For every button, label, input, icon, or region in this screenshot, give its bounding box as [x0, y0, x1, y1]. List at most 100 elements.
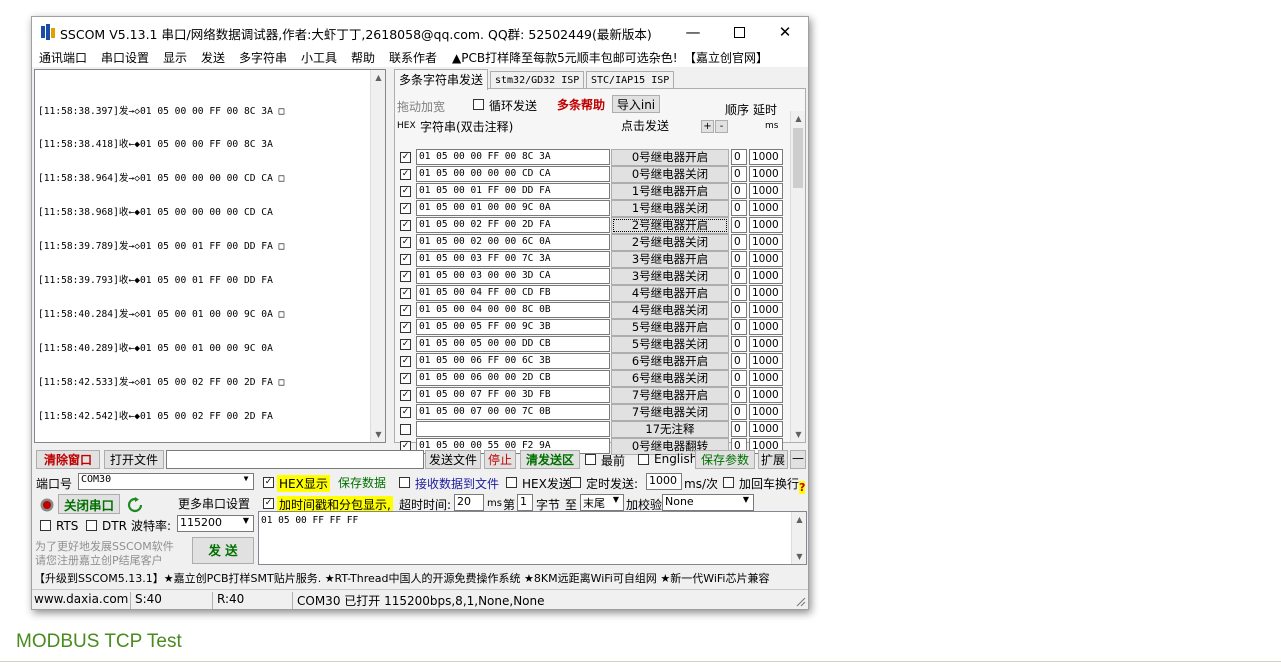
tab-stm32-isp[interactable]: stm32/GD32 ISP: [490, 71, 585, 89]
row-hex-checkbox[interactable]: ✓: [400, 390, 411, 401]
row-order-input[interactable]: 0: [731, 421, 747, 437]
row-string-input[interactable]: 01 05 00 05 FF 00 9C 3B: [416, 319, 610, 335]
row-delay-input[interactable]: 1000: [749, 217, 783, 233]
row-string-input[interactable]: 01 05 00 04 FF 00 CD FB: [416, 285, 610, 301]
row-delay-input[interactable]: 1000: [749, 404, 783, 420]
row-hex-checkbox[interactable]: ✓: [400, 288, 411, 299]
promo-banner[interactable]: 【升级到SSCOM5.13.1】★嘉立创PCB打样SMT贴片服务. ★RT-Th…: [34, 570, 808, 588]
row-string-input[interactable]: 01 05 00 07 FF 00 3D FB: [416, 387, 610, 403]
timed-send-checkbox[interactable]: [570, 477, 581, 488]
menu-item-contact[interactable]: 联系作者: [389, 49, 437, 66]
menu-item-multi-string[interactable]: 多字符串: [239, 49, 287, 66]
scroll-thumb[interactable]: [793, 128, 803, 188]
timeout-input[interactable]: 20: [454, 494, 484, 511]
topmost-checkbox[interactable]: [585, 454, 596, 465]
rts-checkbox[interactable]: [40, 520, 51, 531]
scroll-up-icon[interactable]: ▲: [791, 111, 806, 126]
row-delay-input[interactable]: 1000: [749, 353, 783, 369]
row-send-button[interactable]: 4号继电器关闭: [611, 302, 729, 319]
row-send-button[interactable]: 6号继电器关闭: [611, 370, 729, 387]
row-hex-checkbox[interactable]: [400, 424, 411, 435]
row-delay-input[interactable]: 1000: [749, 336, 783, 352]
menu-item-send[interactable]: 发送: [201, 49, 225, 66]
row-hex-checkbox[interactable]: ✓: [400, 220, 411, 231]
row-delay-input[interactable]: 1000: [749, 421, 783, 437]
row-hex-checkbox[interactable]: ✓: [400, 356, 411, 367]
row-delay-input[interactable]: 1000: [749, 285, 783, 301]
menu-item-pcb-promo[interactable]: ▲PCB打样降至每款5元顺丰包邮可选杂色!: [452, 49, 678, 66]
menu-item-help[interactable]: 帮助: [351, 49, 375, 66]
tail-select[interactable]: 末尾 ▼: [580, 494, 624, 511]
baud-select[interactable]: 115200 ▼: [177, 515, 254, 532]
save-data-button[interactable]: 保存数据: [332, 473, 392, 492]
menu-item-port[interactable]: 通讯端口: [39, 49, 87, 66]
row-string-input[interactable]: 01 05 00 00 FF 00 8C 3A: [416, 149, 610, 165]
save-params-button[interactable]: 保存参数: [695, 450, 755, 469]
row-send-button[interactable]: 6号继电器开启: [611, 353, 729, 370]
row-delay-input[interactable]: 1000: [749, 370, 783, 386]
row-hex-checkbox[interactable]: ✓: [400, 169, 411, 180]
row-string-input[interactable]: 01 05 00 04 00 00 8C 0B: [416, 302, 610, 318]
close-button[interactable]: ✕: [762, 17, 808, 47]
add-crlf-checkbox[interactable]: [723, 477, 734, 488]
row-order-input[interactable]: 0: [731, 353, 747, 369]
refresh-icon[interactable]: [127, 497, 143, 513]
row-hex-checkbox[interactable]: ✓: [400, 339, 411, 350]
expand-button[interactable]: 扩展: [758, 450, 788, 469]
collapse-button[interactable]: —: [790, 450, 806, 469]
row-hex-checkbox[interactable]: ✓: [400, 305, 411, 316]
row-send-button[interactable]: 0号继电器开启: [611, 149, 729, 166]
send-button[interactable]: 发 送: [192, 537, 254, 564]
row-order-input[interactable]: 0: [731, 336, 747, 352]
scroll-down-icon[interactable]: ▼: [791, 427, 806, 442]
scroll-down-icon[interactable]: ▼: [792, 549, 807, 564]
remove-row-button[interactable]: -: [715, 120, 728, 133]
interval-input[interactable]: 1000: [646, 473, 682, 490]
row-delay-input[interactable]: 1000: [749, 149, 783, 165]
menu-item-serial-settings[interactable]: 串口设置: [101, 49, 149, 66]
row-send-button[interactable]: 1号继电器关闭: [611, 200, 729, 217]
clear-send-area-button[interactable]: 清发送区: [520, 450, 580, 469]
recv-to-file-checkbox[interactable]: [399, 477, 410, 488]
row-delay-input[interactable]: 1000: [749, 387, 783, 403]
scroll-up-icon[interactable]: ▲: [371, 70, 386, 85]
row-send-button[interactable]: 5号继电器关闭: [611, 336, 729, 353]
row-order-input[interactable]: 0: [731, 149, 747, 165]
more-port-settings-link[interactable]: 更多串口设置: [178, 495, 250, 512]
row-hex-checkbox[interactable]: ✓: [400, 237, 411, 248]
row-order-input[interactable]: 0: [731, 234, 747, 250]
byte-index-input[interactable]: 1: [517, 494, 533, 511]
receive-scrollbar[interactable]: ▲ ▼: [370, 70, 385, 442]
scroll-down-icon[interactable]: ▼: [371, 427, 386, 442]
row-hex-checkbox[interactable]: ✓: [400, 186, 411, 197]
row-order-input[interactable]: 0: [731, 285, 747, 301]
row-send-button[interactable]: 2号继电器开启: [611, 217, 729, 234]
row-delay-input[interactable]: 1000: [749, 302, 783, 318]
clear-window-button[interactable]: 清除窗口: [36, 450, 100, 469]
row-send-button[interactable]: 17无注释: [611, 421, 729, 438]
row-order-input[interactable]: 0: [731, 166, 747, 182]
row-string-input[interactable]: 01 05 00 03 00 00 3D CA: [416, 268, 610, 284]
row-delay-input[interactable]: 1000: [749, 234, 783, 250]
row-order-input[interactable]: 0: [731, 404, 747, 420]
row-send-button[interactable]: 5号继电器开启: [611, 319, 729, 336]
row-hex-checkbox[interactable]: ✓: [400, 322, 411, 333]
row-string-input[interactable]: 01 05 00 01 00 00 9C 0A: [416, 200, 610, 216]
open-file-button[interactable]: 打开文件: [104, 450, 164, 469]
send-file-button[interactable]: 发送文件: [425, 450, 481, 469]
drag-widen-label[interactable]: 拖动加宽: [397, 98, 445, 115]
row-send-button[interactable]: 4号继电器开启: [611, 285, 729, 302]
row-hex-checkbox[interactable]: ✓: [400, 203, 411, 214]
row-hex-checkbox[interactable]: ✓: [400, 271, 411, 282]
import-ini-button[interactable]: 导入ini: [612, 95, 660, 113]
maximize-button[interactable]: [716, 17, 762, 47]
multi-scrollbar[interactable]: ▲ ▼: [790, 111, 805, 442]
row-order-input[interactable]: 0: [731, 268, 747, 284]
row-string-input[interactable]: 01 05 00 00 00 00 CD CA: [416, 166, 610, 182]
row-string-input[interactable]: 01 05 00 02 FF 00 2D FA: [416, 217, 610, 233]
row-order-input[interactable]: 0: [731, 200, 747, 216]
row-send-button[interactable]: 2号继电器关闭: [611, 234, 729, 251]
status-site-link[interactable]: www.daxia.com: [32, 592, 131, 609]
checksum-select[interactable]: None ▼: [662, 494, 754, 511]
row-send-button[interactable]: 0号继电器关闭: [611, 166, 729, 183]
